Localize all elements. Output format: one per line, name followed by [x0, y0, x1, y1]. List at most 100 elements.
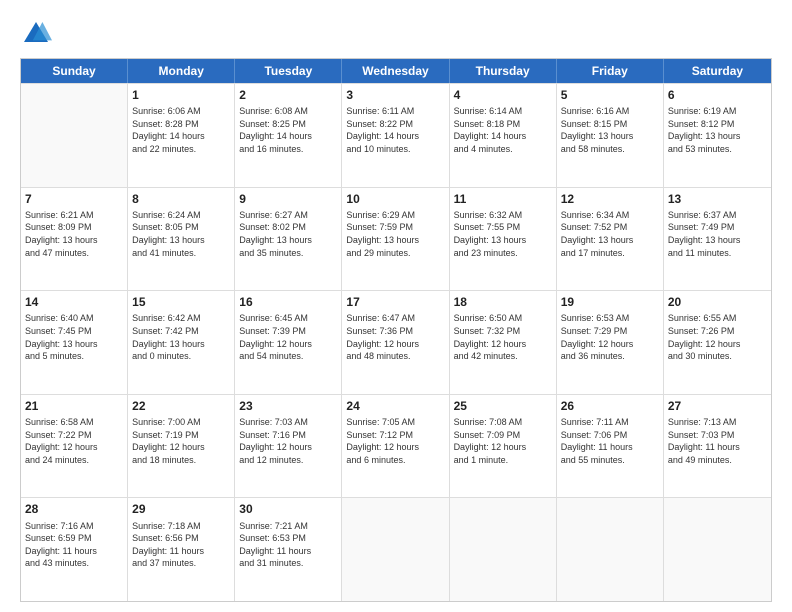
- day-number: 8: [132, 191, 230, 207]
- day-info: Sunrise: 6:19 AM Sunset: 8:12 PM Dayligh…: [668, 105, 767, 155]
- cal-day-21: 21 Sunrise: 6:58 AM Sunset: 7:22 PM Dayli…: [21, 395, 128, 498]
- day-info: Sunrise: 6:42 AM Sunset: 7:42 PM Dayligh…: [132, 312, 230, 362]
- day-info: Sunrise: 7:13 AM Sunset: 7:03 PM Dayligh…: [668, 416, 767, 466]
- day-number: 16: [239, 294, 337, 310]
- cal-empty: [21, 84, 128, 187]
- day-info: Sunrise: 6:06 AM Sunset: 8:28 PM Dayligh…: [132, 105, 230, 155]
- cal-day-3: 3Sunrise: 6:11 AM Sunset: 8:22 PM Daylig…: [342, 84, 449, 187]
- cal-day-11: 11 Sunrise: 6:32 AM Sunset: 7:55 PM Dayli…: [450, 188, 557, 291]
- page: SundayMondayTuesdayWednesdayThursdayFrid…: [0, 0, 792, 612]
- day-number: 27: [668, 398, 767, 414]
- header: [20, 18, 772, 50]
- day-info: Sunrise: 7:11 AM Sunset: 7:06 PM Dayligh…: [561, 416, 659, 466]
- day-header-friday: Friday: [557, 59, 664, 83]
- cal-row-2: 7 Sunrise: 6:21 AM Sunset: 8:09 PM Daylig…: [21, 187, 771, 291]
- day-number: 25: [454, 398, 552, 414]
- day-number: 13: [668, 191, 767, 207]
- day-info: Sunrise: 6:37 AM Sunset: 7:49 PM Dayligh…: [668, 209, 767, 259]
- day-number: 9: [239, 191, 337, 207]
- cal-row-5: 28 Sunrise: 7:16 AM Sunset: 6:59 PM Dayli…: [21, 497, 771, 601]
- day-number: 21: [25, 398, 123, 414]
- cal-day-7: 7 Sunrise: 6:21 AM Sunset: 8:09 PM Daylig…: [21, 188, 128, 291]
- day-header-thursday: Thursday: [450, 59, 557, 83]
- cal-empty: [450, 498, 557, 601]
- calendar: SundayMondayTuesdayWednesdayThursdayFrid…: [20, 58, 772, 602]
- day-info: Sunrise: 7:16 AM Sunset: 6:59 PM Dayligh…: [25, 520, 123, 570]
- day-number: 11: [454, 191, 552, 207]
- calendar-body: 1Sunrise: 6:06 AM Sunset: 8:28 PM Daylig…: [21, 83, 771, 601]
- cal-day-4: 4 Sunrise: 6:14 AM Sunset: 8:18 PM Daylig…: [450, 84, 557, 187]
- day-info: Sunrise: 6:14 AM Sunset: 8:18 PM Dayligh…: [454, 105, 552, 155]
- calendar-header: SundayMondayTuesdayWednesdayThursdayFrid…: [21, 59, 771, 83]
- cal-day-10: 10Sunrise: 6:29 AM Sunset: 7:59 PM Dayli…: [342, 188, 449, 291]
- day-header-tuesday: Tuesday: [235, 59, 342, 83]
- day-info: Sunrise: 6:08 AM Sunset: 8:25 PM Dayligh…: [239, 105, 337, 155]
- day-number: 30: [239, 501, 337, 517]
- day-info: Sunrise: 6:34 AM Sunset: 7:52 PM Dayligh…: [561, 209, 659, 259]
- day-info: Sunrise: 6:45 AM Sunset: 7:39 PM Dayligh…: [239, 312, 337, 362]
- day-number: 7: [25, 191, 123, 207]
- day-info: Sunrise: 6:55 AM Sunset: 7:26 PM Dayligh…: [668, 312, 767, 362]
- day-info: Sunrise: 6:16 AM Sunset: 8:15 PM Dayligh…: [561, 105, 659, 155]
- day-number: 28: [25, 501, 123, 517]
- cal-day-15: 15 Sunrise: 6:42 AM Sunset: 7:42 PM Dayli…: [128, 291, 235, 394]
- cal-day-2: 2Sunrise: 6:08 AM Sunset: 8:25 PM Daylig…: [235, 84, 342, 187]
- day-number: 23: [239, 398, 337, 414]
- day-info: Sunrise: 6:53 AM Sunset: 7:29 PM Dayligh…: [561, 312, 659, 362]
- day-header-saturday: Saturday: [664, 59, 771, 83]
- day-number: 17: [346, 294, 444, 310]
- day-number: 19: [561, 294, 659, 310]
- day-info: Sunrise: 6:50 AM Sunset: 7:32 PM Dayligh…: [454, 312, 552, 362]
- day-info: Sunrise: 7:08 AM Sunset: 7:09 PM Dayligh…: [454, 416, 552, 466]
- cal-day-22: 22 Sunrise: 7:00 AM Sunset: 7:19 PM Dayli…: [128, 395, 235, 498]
- day-info: Sunrise: 7:21 AM Sunset: 6:53 PM Dayligh…: [239, 520, 337, 570]
- cal-day-5: 5 Sunrise: 6:16 AM Sunset: 8:15 PM Daylig…: [557, 84, 664, 187]
- cal-day-12: 12 Sunrise: 6:34 AM Sunset: 7:52 PM Dayli…: [557, 188, 664, 291]
- day-info: Sunrise: 6:32 AM Sunset: 7:55 PM Dayligh…: [454, 209, 552, 259]
- cal-row-4: 21 Sunrise: 6:58 AM Sunset: 7:22 PM Dayli…: [21, 394, 771, 498]
- cal-day-6: 6Sunrise: 6:19 AM Sunset: 8:12 PM Daylig…: [664, 84, 771, 187]
- logo: [20, 18, 54, 50]
- day-number: 12: [561, 191, 659, 207]
- day-number: 4: [454, 87, 552, 103]
- day-number: 22: [132, 398, 230, 414]
- day-info: Sunrise: 7:18 AM Sunset: 6:56 PM Dayligh…: [132, 520, 230, 570]
- cal-day-1: 1Sunrise: 6:06 AM Sunset: 8:28 PM Daylig…: [128, 84, 235, 187]
- day-info: Sunrise: 7:00 AM Sunset: 7:19 PM Dayligh…: [132, 416, 230, 466]
- day-info: Sunrise: 6:40 AM Sunset: 7:45 PM Dayligh…: [25, 312, 123, 362]
- cal-empty: [664, 498, 771, 601]
- day-number: 20: [668, 294, 767, 310]
- day-header-monday: Monday: [128, 59, 235, 83]
- day-number: 5: [561, 87, 659, 103]
- day-info: Sunrise: 6:47 AM Sunset: 7:36 PM Dayligh…: [346, 312, 444, 362]
- day-info: Sunrise: 6:24 AM Sunset: 8:05 PM Dayligh…: [132, 209, 230, 259]
- cal-day-26: 26 Sunrise: 7:11 AM Sunset: 7:06 PM Dayli…: [557, 395, 664, 498]
- cal-day-16: 16 Sunrise: 6:45 AM Sunset: 7:39 PM Dayli…: [235, 291, 342, 394]
- cal-day-9: 9 Sunrise: 6:27 AM Sunset: 8:02 PM Daylig…: [235, 188, 342, 291]
- day-info: Sunrise: 6:21 AM Sunset: 8:09 PM Dayligh…: [25, 209, 123, 259]
- day-header-wednesday: Wednesday: [342, 59, 449, 83]
- day-info: Sunrise: 6:27 AM Sunset: 8:02 PM Dayligh…: [239, 209, 337, 259]
- cal-day-14: 14Sunrise: 6:40 AM Sunset: 7:45 PM Dayli…: [21, 291, 128, 394]
- cal-day-24: 24 Sunrise: 7:05 AM Sunset: 7:12 PM Dayli…: [342, 395, 449, 498]
- cal-day-18: 18Sunrise: 6:50 AM Sunset: 7:32 PM Dayli…: [450, 291, 557, 394]
- day-info: Sunrise: 6:11 AM Sunset: 8:22 PM Dayligh…: [346, 105, 444, 155]
- cal-day-13: 13 Sunrise: 6:37 AM Sunset: 7:49 PM Dayli…: [664, 188, 771, 291]
- day-number: 10: [346, 191, 444, 207]
- day-number: 26: [561, 398, 659, 414]
- cal-day-19: 19 Sunrise: 6:53 AM Sunset: 7:29 PM Dayli…: [557, 291, 664, 394]
- cal-day-30: 30 Sunrise: 7:21 AM Sunset: 6:53 PM Dayli…: [235, 498, 342, 601]
- day-number: 15: [132, 294, 230, 310]
- day-info: Sunrise: 6:58 AM Sunset: 7:22 PM Dayligh…: [25, 416, 123, 466]
- cal-day-28: 28 Sunrise: 7:16 AM Sunset: 6:59 PM Dayli…: [21, 498, 128, 601]
- day-number: 24: [346, 398, 444, 414]
- day-info: Sunrise: 7:03 AM Sunset: 7:16 PM Dayligh…: [239, 416, 337, 466]
- cal-day-27: 27 Sunrise: 7:13 AM Sunset: 7:03 PM Dayli…: [664, 395, 771, 498]
- cal-day-25: 25 Sunrise: 7:08 AM Sunset: 7:09 PM Dayli…: [450, 395, 557, 498]
- day-info: Sunrise: 7:05 AM Sunset: 7:12 PM Dayligh…: [346, 416, 444, 466]
- cal-day-23: 23 Sunrise: 7:03 AM Sunset: 7:16 PM Dayli…: [235, 395, 342, 498]
- cal-day-8: 8 Sunrise: 6:24 AM Sunset: 8:05 PM Daylig…: [128, 188, 235, 291]
- cal-empty: [342, 498, 449, 601]
- cal-row-3: 14Sunrise: 6:40 AM Sunset: 7:45 PM Dayli…: [21, 290, 771, 394]
- cal-day-20: 20 Sunrise: 6:55 AM Sunset: 7:26 PM Dayli…: [664, 291, 771, 394]
